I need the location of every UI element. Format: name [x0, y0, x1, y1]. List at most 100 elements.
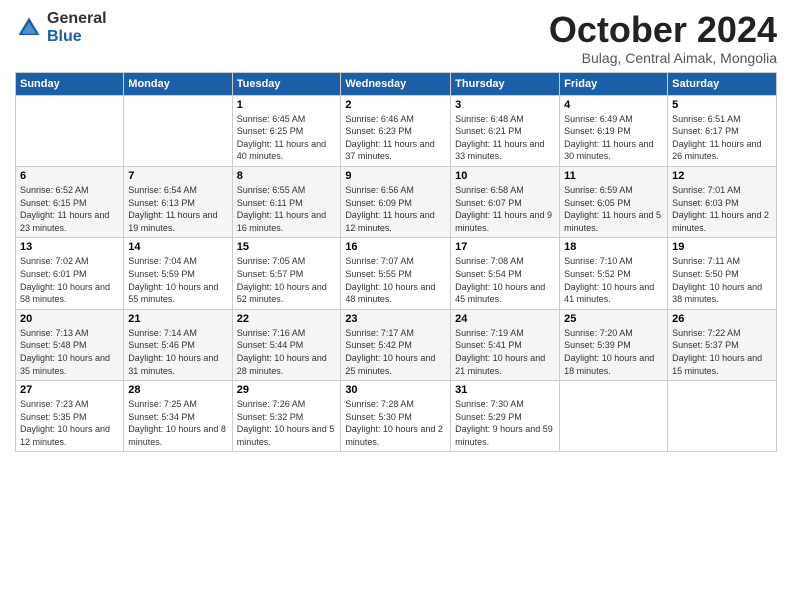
calendar-week-row: 20 Sunrise: 7:13 AM Sunset: 5:48 PM Dayli…	[16, 309, 777, 380]
day-number: 23	[345, 313, 446, 325]
logo-general: General	[47, 10, 107, 28]
calendar-cell: 11Sunrise: 6:59 AM Sunset: 6:05 PM Dayli…	[560, 166, 668, 237]
day-number: 30	[345, 384, 446, 396]
day-number: 6	[20, 170, 119, 182]
day-info: Sunrise: 6:46 AM Sunset: 6:23 PM Dayligh…	[345, 113, 446, 163]
calendar-cell: 14Sunrise: 7:04 AM Sunset: 5:59 PM Dayli…	[124, 238, 232, 309]
day-info: Sunrise: 7:17 AM Sunset: 5:42 PM Dayligh…	[345, 327, 446, 377]
calendar-cell: 5 Sunrise: 6:51 AM Sunset: 6:17 PM Daylig…	[668, 95, 777, 166]
day-info: Sunrise: 6:58 AM Sunset: 6:07 PM Dayligh…	[455, 184, 555, 234]
weekday-header: Monday	[124, 72, 232, 95]
weekday-header: Wednesday	[341, 72, 451, 95]
day-info: Sunrise: 7:23 AM Sunset: 5:35 PM Dayligh…	[20, 398, 119, 448]
day-number: 14	[128, 241, 227, 253]
weekday-header: Tuesday	[232, 72, 341, 95]
calendar-cell: 13 Sunrise: 7:02 AM Sunset: 6:01 PM Dayli…	[16, 238, 124, 309]
day-info: Sunrise: 6:55 AM Sunset: 6:11 PM Dayligh…	[237, 184, 337, 234]
calendar-cell: 10 Sunrise: 6:58 AM Sunset: 6:07 PM Dayli…	[451, 166, 560, 237]
day-info: Sunrise: 7:10 AM Sunset: 5:52 PM Dayligh…	[564, 255, 663, 305]
day-number: 12	[672, 170, 772, 182]
day-info: Sunrise: 7:16 AM Sunset: 5:44 PM Dayligh…	[237, 327, 337, 377]
calendar-cell: 4 Sunrise: 6:49 AM Sunset: 6:19 PM Daylig…	[560, 95, 668, 166]
day-number: 29	[237, 384, 337, 396]
day-number: 16	[345, 241, 446, 253]
day-info: Sunrise: 6:45 AM Sunset: 6:25 PM Dayligh…	[237, 113, 337, 163]
weekday-header: Friday	[560, 72, 668, 95]
weekday-header: Sunday	[16, 72, 124, 95]
day-number: 4	[564, 99, 663, 111]
weekday-header: Thursday	[451, 72, 560, 95]
day-info: Sunrise: 6:48 AM Sunset: 6:21 PM Dayligh…	[455, 113, 555, 163]
day-number: 9	[345, 170, 446, 182]
day-number: 20	[20, 313, 119, 325]
header: General Blue October 2024 Bulag, Central…	[15, 10, 777, 66]
calendar-cell: 6Sunrise: 6:52 AM Sunset: 6:15 PM Daylig…	[16, 166, 124, 237]
day-info: Sunrise: 6:56 AM Sunset: 6:09 PM Dayligh…	[345, 184, 446, 234]
logo-text: General Blue	[47, 10, 107, 45]
day-info: Sunrise: 7:25 AM Sunset: 5:34 PM Dayligh…	[128, 398, 227, 448]
calendar-cell: 31Sunrise: 7:30 AM Sunset: 5:29 PM Dayli…	[451, 381, 560, 452]
day-number: 13	[20, 241, 119, 253]
title-area: October 2024 Bulag, Central Aimak, Mongo…	[549, 10, 777, 66]
day-info: Sunrise: 7:28 AM Sunset: 5:30 PM Dayligh…	[345, 398, 446, 448]
day-number: 5	[672, 99, 772, 111]
calendar-cell: 27 Sunrise: 7:23 AM Sunset: 5:35 PM Dayli…	[16, 381, 124, 452]
day-info: Sunrise: 7:11 AM Sunset: 5:50 PM Dayligh…	[672, 255, 772, 305]
logo-blue: Blue	[47, 28, 107, 46]
day-info: Sunrise: 7:26 AM Sunset: 5:32 PM Dayligh…	[237, 398, 337, 448]
day-info: Sunrise: 7:30 AM Sunset: 5:29 PM Dayligh…	[455, 398, 555, 448]
page: General Blue October 2024 Bulag, Central…	[0, 0, 792, 462]
day-number: 28	[128, 384, 227, 396]
day-number: 25	[564, 313, 663, 325]
calendar-cell: 18 Sunrise: 7:10 AM Sunset: 5:52 PM Dayli…	[560, 238, 668, 309]
calendar-cell: 28 Sunrise: 7:25 AM Sunset: 5:34 PM Dayli…	[124, 381, 232, 452]
logo: General Blue	[15, 10, 107, 45]
calendar-cell: 19Sunrise: 7:11 AM Sunset: 5:50 PM Dayli…	[668, 238, 777, 309]
calendar-cell	[668, 381, 777, 452]
day-number: 26	[672, 313, 772, 325]
calendar-cell: 1Sunrise: 6:45 AM Sunset: 6:25 PM Daylig…	[232, 95, 341, 166]
day-info: Sunrise: 7:20 AM Sunset: 5:39 PM Dayligh…	[564, 327, 663, 377]
day-info: Sunrise: 7:01 AM Sunset: 6:03 PM Dayligh…	[672, 184, 772, 234]
day-number: 10	[455, 170, 555, 182]
calendar-cell: 15Sunrise: 7:05 AM Sunset: 5:57 PM Dayli…	[232, 238, 341, 309]
calendar-cell	[560, 381, 668, 452]
day-info: Sunrise: 6:49 AM Sunset: 6:19 PM Dayligh…	[564, 113, 663, 163]
calendar-cell	[16, 95, 124, 166]
calendar-week-row: 13 Sunrise: 7:02 AM Sunset: 6:01 PM Dayli…	[16, 238, 777, 309]
day-info: Sunrise: 7:07 AM Sunset: 5:55 PM Dayligh…	[345, 255, 446, 305]
calendar-cell: 20 Sunrise: 7:13 AM Sunset: 5:48 PM Dayli…	[16, 309, 124, 380]
calendar-cell: 12 Sunrise: 7:01 AM Sunset: 6:03 PM Dayli…	[668, 166, 777, 237]
day-info: Sunrise: 6:51 AM Sunset: 6:17 PM Dayligh…	[672, 113, 772, 163]
calendar-cell: 17 Sunrise: 7:08 AM Sunset: 5:54 PM Dayli…	[451, 238, 560, 309]
calendar-cell: 29 Sunrise: 7:26 AM Sunset: 5:32 PM Dayli…	[232, 381, 341, 452]
logo-icon	[15, 14, 43, 42]
calendar-cell: 25 Sunrise: 7:20 AM Sunset: 5:39 PM Dayli…	[560, 309, 668, 380]
calendar-cell: 2 Sunrise: 6:46 AM Sunset: 6:23 PM Daylig…	[341, 95, 451, 166]
calendar-cell: 7Sunrise: 6:54 AM Sunset: 6:13 PM Daylig…	[124, 166, 232, 237]
day-info: Sunrise: 6:54 AM Sunset: 6:13 PM Dayligh…	[128, 184, 227, 234]
calendar-week-row: 27 Sunrise: 7:23 AM Sunset: 5:35 PM Dayli…	[16, 381, 777, 452]
day-number: 24	[455, 313, 555, 325]
day-info: Sunrise: 7:22 AM Sunset: 5:37 PM Dayligh…	[672, 327, 772, 377]
day-number: 17	[455, 241, 555, 253]
day-info: Sunrise: 7:08 AM Sunset: 5:54 PM Dayligh…	[455, 255, 555, 305]
day-number: 27	[20, 384, 119, 396]
day-info: Sunrise: 7:13 AM Sunset: 5:48 PM Dayligh…	[20, 327, 119, 377]
location: Bulag, Central Aimak, Mongolia	[549, 50, 777, 66]
day-number: 3	[455, 99, 555, 111]
weekday-row: SundayMondayTuesdayWednesdayThursdayFrid…	[16, 72, 777, 95]
day-number: 18	[564, 241, 663, 253]
day-info: Sunrise: 7:02 AM Sunset: 6:01 PM Dayligh…	[20, 255, 119, 305]
calendar-header: SundayMondayTuesdayWednesdayThursdayFrid…	[16, 72, 777, 95]
calendar-week-row: 6Sunrise: 6:52 AM Sunset: 6:15 PM Daylig…	[16, 166, 777, 237]
day-number: 2	[345, 99, 446, 111]
calendar-cell: 30 Sunrise: 7:28 AM Sunset: 5:30 PM Dayli…	[341, 381, 451, 452]
calendar-cell: 24Sunrise: 7:19 AM Sunset: 5:41 PM Dayli…	[451, 309, 560, 380]
weekday-header: Saturday	[668, 72, 777, 95]
day-info: Sunrise: 7:05 AM Sunset: 5:57 PM Dayligh…	[237, 255, 337, 305]
calendar-cell: 9 Sunrise: 6:56 AM Sunset: 6:09 PM Daylig…	[341, 166, 451, 237]
calendar-cell: 21Sunrise: 7:14 AM Sunset: 5:46 PM Dayli…	[124, 309, 232, 380]
calendar-cell: 22Sunrise: 7:16 AM Sunset: 5:44 PM Dayli…	[232, 309, 341, 380]
day-number: 21	[128, 313, 227, 325]
